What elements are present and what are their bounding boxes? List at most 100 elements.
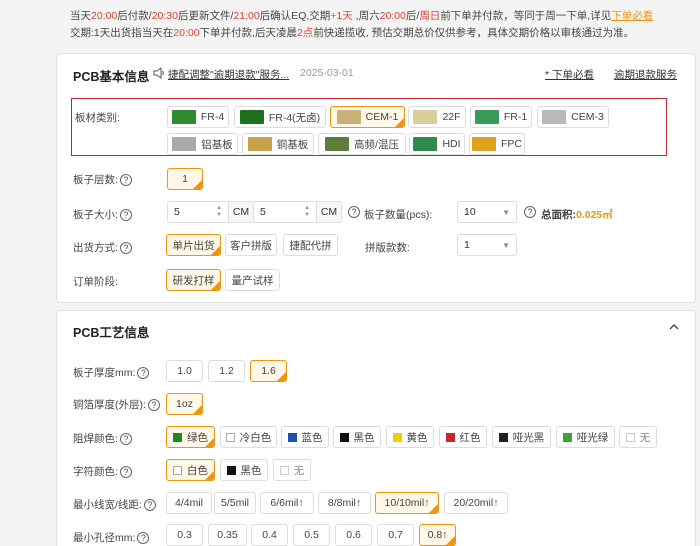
stage-rd-sample[interactable]: 研发打样 xyxy=(166,269,221,291)
material-high-frequency[interactable]: 高频/混压 xyxy=(318,133,406,155)
panel-count-label: 拼版款数: xyxy=(365,242,410,254)
size-label: 板子大小:? xyxy=(73,207,132,222)
material-fpc[interactable]: FPC xyxy=(469,133,525,155)
fr1-thumb-icon xyxy=(474,110,499,124)
trace-label: 最小线宽/线距:? xyxy=(73,497,156,512)
layers-select[interactable]: 1 xyxy=(167,168,203,190)
process-info-title: PCB工艺信息 xyxy=(73,326,150,340)
hole-0-3[interactable]: 0.3 xyxy=(166,524,203,546)
silk-black[interactable]: 黑色 xyxy=(220,459,268,481)
size-help-icon[interactable]: ? xyxy=(348,206,360,218)
chevron-up-icon[interactable] xyxy=(668,322,680,332)
hole-0-4[interactable]: 0.4 xyxy=(251,524,288,546)
trace-8-8[interactable]: 8/8mil↑ xyxy=(318,492,371,514)
material-copper[interactable]: 铜基板 xyxy=(242,133,314,155)
must-read-top-link[interactable]: * 下单必看 xyxy=(545,67,594,82)
help-icon[interactable]: ? xyxy=(119,174,132,187)
22f-thumb-icon xyxy=(413,110,438,124)
ship-customer-panel[interactable]: 客户拼版 xyxy=(225,234,277,256)
thickness-1-6[interactable]: 1.6 xyxy=(250,360,287,382)
trace-4-4[interactable]: 4/4mil xyxy=(166,492,212,514)
help-icon[interactable]: ? xyxy=(147,399,160,412)
help-icon[interactable]: ? xyxy=(137,367,150,380)
help-icon[interactable]: ? xyxy=(119,209,132,222)
overdue-refund-link[interactable]: 逾期退款服务 xyxy=(614,67,677,82)
trace-5-5[interactable]: 5/5mil xyxy=(214,492,256,514)
help-icon[interactable]: ? xyxy=(119,242,132,255)
help-icon[interactable]: ? xyxy=(119,466,132,479)
hole-0-5[interactable]: 0.5 xyxy=(293,524,330,546)
help-icon[interactable]: ? xyxy=(137,532,150,545)
panel-count-select[interactable]: 1 ▼ xyxy=(457,234,517,256)
thickness-1-0[interactable]: 1.0 xyxy=(166,360,203,382)
silkscreen-label: 字符颜色:? xyxy=(73,464,132,479)
copper-select[interactable]: 1oz xyxy=(166,393,203,415)
size-width-unit: CM xyxy=(228,201,254,223)
copper-label: 铜箔厚度(外层):? xyxy=(73,397,160,412)
notice-line-2: 交期:1天出货指当天在20:00下单并付款,后天凌晨2点前快递揽收, 预估交期总… xyxy=(70,27,635,39)
basic-info-card xyxy=(56,53,696,303)
announce-icon xyxy=(153,67,165,79)
stepper-icon[interactable]: ▲ ▼ xyxy=(216,205,222,219)
quantity-help-icon[interactable]: ? xyxy=(524,206,536,218)
mask-green[interactable]: 绿色 xyxy=(166,426,215,448)
silk-white[interactable]: 白色 xyxy=(166,459,215,481)
material-cem3[interactable]: CEM-3 xyxy=(537,106,609,128)
material-fr1[interactable]: FR-1 xyxy=(470,106,532,128)
delivery-notice: 当天20:00后付款/20:30后更新文件/21:00后确认EQ,交期+1天 ,… xyxy=(70,8,695,42)
announcement-link[interactable]: 捷配调整"逾期退款"服务... xyxy=(168,67,289,82)
hole-0-8[interactable]: 0.8↑ xyxy=(419,524,456,546)
mask-cold-white[interactable]: 冷白色 xyxy=(220,426,277,448)
help-icon[interactable]: ? xyxy=(119,433,132,446)
green-swatch-icon xyxy=(173,432,182,442)
mask-black[interactable]: 黑色 xyxy=(333,426,381,448)
ship-single[interactable]: 单片出货 xyxy=(166,234,221,256)
stepper-icon[interactable]: ▲ ▼ xyxy=(304,205,310,219)
must-read-link[interactable]: 下单必看 xyxy=(611,10,653,22)
hole-0-35[interactable]: 0.35 xyxy=(208,524,247,546)
trace-20-20[interactable]: 20/20mil↑ xyxy=(444,492,508,514)
ship-jiepei-panel[interactable]: 捷配代拼 xyxy=(283,234,338,256)
chevron-down-icon: ▼ xyxy=(502,207,510,217)
stage-label: 订单阶段: xyxy=(73,276,118,288)
trace-6-6[interactable]: 6/6mil↑ xyxy=(260,492,314,514)
thickness-label: 板子厚度mm:? xyxy=(73,365,150,380)
high-frequency-thumb-icon xyxy=(325,137,350,151)
material-aluminum[interactable]: 铝基板 xyxy=(167,133,238,155)
thickness-1-2[interactable]: 1.2 xyxy=(208,360,245,382)
matte-black-swatch-icon xyxy=(498,432,508,442)
hole-0-7[interactable]: 0.7 xyxy=(377,524,414,546)
silk-none[interactable]: 无 xyxy=(273,459,311,481)
mask-matte-green[interactable]: 哑光绿 xyxy=(556,426,615,448)
material-fr4-halogen-free[interactable]: FR-4(无卤) xyxy=(234,106,326,128)
material-22f[interactable]: 22F xyxy=(408,106,466,128)
hdi-thumb-icon xyxy=(413,137,438,151)
ship-method-label: 出货方式:? xyxy=(73,240,132,255)
black-swatch-icon xyxy=(226,465,236,475)
help-icon[interactable]: ? xyxy=(143,499,156,512)
material-fr4[interactable]: FR-4 xyxy=(167,106,229,128)
aluminum-thumb-icon xyxy=(172,137,197,151)
blue-swatch-icon xyxy=(287,432,297,442)
fr4-thumb-icon xyxy=(171,110,196,124)
material-cem1[interactable]: CEM-1 xyxy=(330,106,405,128)
fr4-halogen-free-thumb-icon xyxy=(239,110,264,124)
stage-mass-sample[interactable]: 量产试样 xyxy=(225,269,280,291)
mask-blue[interactable]: 蓝色 xyxy=(281,426,329,448)
none-swatch-icon xyxy=(625,432,635,442)
mask-red[interactable]: 红色 xyxy=(439,426,487,448)
basic-info-title: PCB基本信息 xyxy=(73,70,150,84)
hole-0-6[interactable]: 0.6 xyxy=(335,524,372,546)
black-swatch-icon xyxy=(339,432,349,442)
mask-matte-black[interactable]: 哑光黑 xyxy=(492,426,551,448)
material-hdi[interactable]: HDI xyxy=(409,133,465,155)
mask-yellow[interactable]: 黄色 xyxy=(386,426,434,448)
fpc-thumb-icon xyxy=(472,137,496,151)
trace-10-10[interactable]: 10/10mil↑ xyxy=(375,492,439,514)
quantity-select[interactable]: 10 ▼ xyxy=(457,201,517,223)
area-total: 总面积:0.025㎡ xyxy=(541,209,613,221)
cem3-thumb-icon xyxy=(542,110,567,124)
size-width-input[interactable]: 5 ▲ ▼ xyxy=(167,201,229,223)
mask-none[interactable]: 无 xyxy=(619,426,657,448)
size-height-input[interactable]: 5 ▲ ▼ xyxy=(253,201,317,223)
